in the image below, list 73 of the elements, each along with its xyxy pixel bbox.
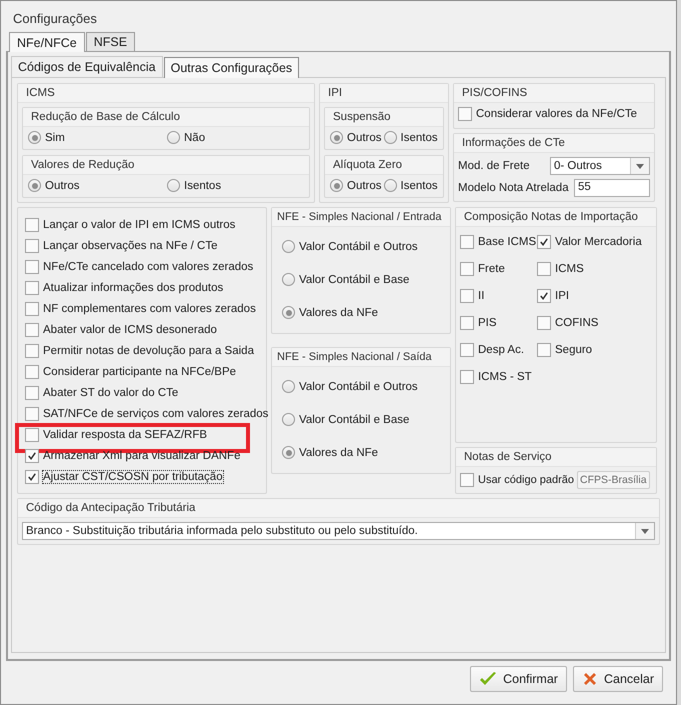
checkbox-option[interactable]: Lançar observações na NFe / CTe — [25, 238, 218, 252]
checkbox-option[interactable]: Seguro — [537, 343, 652, 357]
checkbox-option[interactable]: SAT/NFCe de serviços com valores zerados — [25, 406, 268, 420]
checkbox-option[interactable]: Abater valor de ICMS desonerado — [25, 322, 217, 336]
input-field[interactable]: 55 — [574, 179, 650, 197]
radio-option[interactable]: Isentos — [384, 179, 438, 192]
close-icon — [582, 671, 598, 687]
checkbox-option[interactable]: Abater ST do valor do CTe — [25, 386, 178, 400]
radio-option[interactable]: Valor Contábil e Base — [282, 273, 440, 286]
tab[interactable]: Outras Configurações — [164, 57, 300, 78]
checkbox-option[interactable]: PIS — [460, 316, 537, 330]
group-title: Código da Antecipação Tributária — [18, 499, 659, 518]
radio-option[interactable]: Outros — [330, 131, 382, 144]
checkbox-option[interactable]: IPI — [537, 289, 652, 303]
checkbox-option[interactable]: ICMS - ST — [460, 370, 537, 384]
tab[interactable]: Códigos de Equivalência — [11, 56, 163, 77]
group-title: Redução de Base de Cálculo — [23, 108, 309, 127]
radio-option[interactable]: Valor Contábil e Outros — [282, 240, 440, 253]
checkbox-option[interactable]: Ajustar CST/CSOSN por tributação — [25, 470, 223, 484]
dropdown[interactable]: 0- Outros — [550, 157, 650, 175]
group-title: PIS/COFINS — [454, 84, 654, 103]
confirm-button[interactable]: Confirmar — [470, 666, 567, 692]
field-label: Modelo Nota Atrelada — [458, 182, 569, 194]
checkbox-option[interactable]: Armazenar Xml para visualizar DANFe — [25, 448, 240, 462]
checkmark-icon — [538, 290, 550, 302]
radio-option[interactable]: Isentos — [167, 179, 304, 192]
radio-option[interactable]: Não — [167, 131, 304, 144]
dropdown[interactable]: Branco - Substituição tributária informada pelo substituto ou pelo substituído. — [22, 522, 655, 540]
group-title: Notas de Serviço — [456, 448, 656, 467]
group-title: ICMS — [18, 84, 314, 103]
group-title: Informações de CTe — [454, 134, 654, 153]
checkbox-option[interactable]: Valor Mercadoria — [537, 235, 652, 249]
checkbox-option[interactable]: Considerar valores da NFe/CTe — [458, 107, 638, 121]
group-title: Alíquota Zero — [325, 156, 443, 175]
checkbox-option[interactable]: Usar código padrão — [460, 473, 574, 487]
checkbox-option[interactable]: Permitir notas de devolução para a Saida — [25, 344, 254, 358]
tab[interactable]: NFe/NFCe — [9, 32, 85, 52]
checkbox-option[interactable]: Frete — [460, 262, 537, 276]
caret-icon — [636, 164, 644, 168]
radio-option[interactable]: Valor Contábil e Outros — [282, 380, 440, 393]
group-title: NFE - Simples Nacional / Entrada — [272, 208, 450, 227]
group-title: Valores de Redução — [23, 156, 309, 175]
checkmark-icon — [26, 470, 38, 482]
checkbox-option[interactable]: Validar resposta da SEFAZ/RFB — [25, 428, 208, 442]
checkbox-option[interactable]: Desp Ac. — [460, 343, 537, 357]
group-title: IPI — [320, 84, 448, 103]
checkbox-option[interactable]: Base ICMS — [460, 235, 537, 249]
radio-option[interactable]: Valor Contábil e Base — [282, 413, 440, 426]
checkmark-icon — [479, 671, 498, 687]
field-label: Mod. de Frete — [458, 160, 530, 172]
group-title: Composição Notas de Importação — [456, 208, 656, 227]
tab[interactable]: NFSE — [86, 32, 136, 51]
checkbox-option[interactable]: NF complementares com valores zerados — [25, 302, 256, 316]
radio-option[interactable]: Valores da NFe — [282, 306, 440, 319]
radio-option[interactable]: Outros — [28, 179, 165, 192]
group-title: Suspensão — [325, 108, 443, 127]
checkbox-option[interactable]: NFe/CTe cancelado com valores zerados — [25, 260, 254, 274]
caret-icon — [641, 528, 649, 534]
checkbox-option[interactable]: ICMS — [537, 262, 652, 276]
radio-option[interactable]: Outros — [330, 179, 382, 192]
checkbox-option[interactable]: Considerar participante na NFCe/BPe — [25, 364, 236, 378]
checkbox-option[interactable]: Lançar o valor de IPI em ICMS outros — [25, 218, 236, 232]
radio-option[interactable]: Valores da NFe — [282, 446, 440, 459]
checkbox-option[interactable]: Atualizar informações dos produtos — [25, 280, 224, 294]
checkbox-option[interactable]: II — [460, 289, 537, 303]
checkmark-icon — [26, 450, 38, 462]
radio-option[interactable]: Sim — [28, 131, 165, 144]
checkmark-icon — [538, 236, 550, 248]
radio-option[interactable]: Isentos — [384, 131, 438, 144]
checkbox-option[interactable]: COFINS — [537, 316, 652, 330]
cancel-button[interactable]: Cancelar — [572, 666, 663, 692]
group-title: NFE - Simples Nacional / Saída — [272, 348, 450, 367]
window-title: Configurações — [12, 10, 98, 28]
